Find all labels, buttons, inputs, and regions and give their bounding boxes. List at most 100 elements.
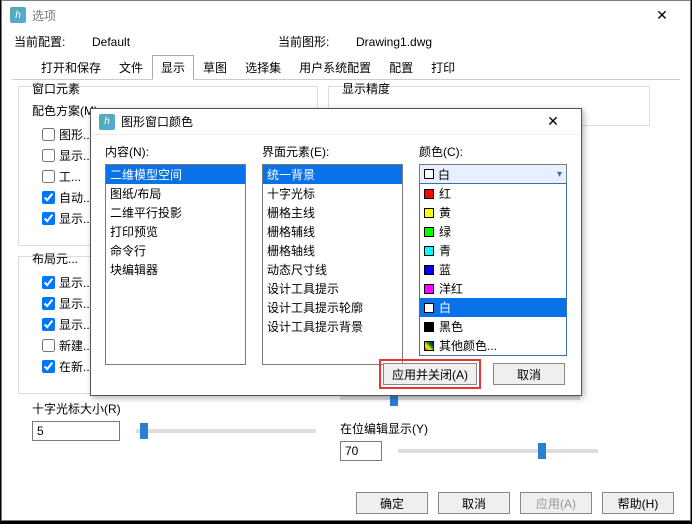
- tab-profiles[interactable]: 配置: [380, 55, 422, 80]
- element-item[interactable]: 动态尺寸线: [263, 260, 402, 279]
- element-item[interactable]: 设计工具提示轮廓: [263, 298, 402, 317]
- chk-5[interactable]: [42, 212, 55, 225]
- color-dialog-logo-icon: h: [99, 114, 115, 130]
- element-item[interactable]: 设计工具提示: [263, 279, 402, 298]
- current-drawing-label: 当前图形:: [278, 33, 350, 50]
- context-item[interactable]: 块编辑器: [106, 260, 245, 279]
- context-listbox[interactable]: 二维模型空间图纸/布局二维平行投影打印预览命令行块编辑器: [105, 164, 246, 365]
- crosshair-label: 十字光标大小(R): [32, 400, 316, 417]
- help-button[interactable]: 帮助(H): [602, 492, 674, 514]
- chk-7[interactable]: [42, 297, 55, 310]
- color-option[interactable]: 绿: [420, 222, 566, 241]
- upper-slider[interactable]: [340, 396, 580, 400]
- color-option[interactable]: 蓝: [420, 260, 566, 279]
- current-drawing-value: Drawing1.dwg: [356, 35, 432, 49]
- color-option-label: 白: [439, 299, 451, 316]
- color-cancel-button[interactable]: 取消: [493, 363, 565, 385]
- element-listbox[interactable]: 统一背景十字光标栅格主线栅格辅线栅格轴线动态尺寸线设计工具提示设计工具提示轮廓设…: [262, 164, 403, 365]
- color-dialog-title: 图形窗口颜色: [121, 113, 533, 130]
- color-swatch-icon: [424, 227, 434, 237]
- crosshair-input[interactable]: [32, 421, 120, 441]
- color-option-label: 洋红: [439, 280, 463, 297]
- color-option-label: 黑色: [439, 318, 463, 335]
- layout-elements-label: 布局元...: [32, 250, 78, 267]
- crosshair-slider[interactable]: [136, 429, 316, 433]
- color-swatch-icon: [424, 265, 434, 275]
- chk-9[interactable]: [42, 339, 55, 352]
- color-swatch-icon: [424, 208, 434, 218]
- color-current: 白: [438, 166, 450, 183]
- element-item[interactable]: 十字光标: [263, 184, 402, 203]
- color-dialog-titlebar: h 图形窗口颜色 ✕: [91, 109, 581, 135]
- color-dialog-close-icon[interactable]: ✕: [533, 113, 573, 130]
- context-item[interactable]: 图纸/布局: [106, 184, 245, 203]
- color-option-label: 绿: [439, 223, 451, 240]
- tab-open-save[interactable]: 打开和保存: [32, 55, 110, 80]
- chk-1[interactable]: [42, 128, 55, 141]
- color-option[interactable]: 黑色: [420, 317, 566, 336]
- element-item[interactable]: 设计工具提示背景: [263, 317, 402, 336]
- inplace-edit-input[interactable]: [340, 441, 382, 461]
- inplace-edit-label: 在位编辑显示(Y): [340, 420, 598, 437]
- current-profile-value: Default: [92, 35, 272, 49]
- color-option[interactable]: 青: [420, 241, 566, 260]
- tab-user-config[interactable]: 用户系统配置: [290, 55, 380, 80]
- current-profile-label: 当前配置:: [14, 33, 86, 50]
- apply-close-button[interactable]: 应用并关闭(A): [383, 363, 477, 385]
- tab-file[interactable]: 文件: [110, 55, 152, 80]
- chk-8[interactable]: [42, 318, 55, 331]
- color-option[interactable]: 黄: [420, 203, 566, 222]
- element-item[interactable]: 栅格辅线: [263, 222, 402, 241]
- color-swatch-icon: [424, 169, 434, 179]
- context-label: 内容(N):: [105, 143, 246, 160]
- color-dropdown[interactable]: 红黄绿青蓝洋红白黑色其他颜色...: [419, 183, 567, 356]
- options-footer: 确定 取消 应用(A) 帮助(H): [356, 492, 674, 514]
- color-option[interactable]: 白: [420, 298, 566, 317]
- app-logo-icon: h: [10, 7, 26, 23]
- chk-6[interactable]: [42, 276, 55, 289]
- options-title: 选项: [32, 7, 642, 24]
- color-option-label: 其他颜色...: [439, 337, 497, 354]
- context-item[interactable]: 命令行: [106, 241, 245, 260]
- color-option-label: 红: [439, 185, 451, 202]
- color-option-label: 蓝: [439, 261, 451, 278]
- color-option[interactable]: 红: [420, 184, 566, 203]
- options-tabs: 打开和保存 文件 显示 草图 选择集 用户系统配置 配置 打印: [12, 54, 680, 80]
- cancel-button[interactable]: 取消: [438, 492, 510, 514]
- element-item[interactable]: 栅格主线: [263, 203, 402, 222]
- options-close-icon[interactable]: ✕: [642, 7, 682, 24]
- context-item[interactable]: 二维平行投影: [106, 203, 245, 222]
- chevron-down-icon: ▾: [557, 169, 562, 180]
- window-elements-label: 窗口元素: [32, 80, 80, 97]
- options-titlebar: h 选项 ✕: [2, 1, 690, 29]
- color-dialog: h 图形窗口颜色 ✕ 内容(N): 二维模型空间图纸/布局二维平行投影打印预览命…: [90, 108, 582, 396]
- chk-2[interactable]: [42, 149, 55, 162]
- ok-button[interactable]: 确定: [356, 492, 428, 514]
- apply-button[interactable]: 应用(A): [520, 492, 592, 514]
- inplace-edit-slider[interactable]: [398, 449, 598, 453]
- tab-display[interactable]: 显示: [152, 55, 194, 80]
- color-swatch-icon: [424, 246, 434, 256]
- tab-print[interactable]: 打印: [422, 55, 464, 80]
- chk-10[interactable]: [42, 360, 55, 373]
- profile-row: 当前配置: Default 当前图形: Drawing1.dwg: [2, 29, 690, 54]
- color-swatch-icon: [424, 341, 434, 351]
- color-swatch-icon: [424, 189, 434, 199]
- element-label: 界面元素(E):: [262, 143, 403, 160]
- chk-4[interactable]: [42, 191, 55, 204]
- tab-selection[interactable]: 选择集: [236, 55, 290, 80]
- tab-sketch[interactable]: 草图: [194, 55, 236, 80]
- chk-3[interactable]: [42, 170, 55, 183]
- color-combo[interactable]: 白 ▾: [419, 164, 567, 184]
- display-precision-label: 显示精度: [342, 80, 390, 97]
- element-item[interactable]: 统一背景: [263, 165, 402, 184]
- color-label: 颜色(C):: [419, 143, 567, 160]
- context-item[interactable]: 二维模型空间: [106, 165, 245, 184]
- color-option[interactable]: 洋红: [420, 279, 566, 298]
- color-swatch-icon: [424, 303, 434, 313]
- element-item[interactable]: 栅格轴线: [263, 241, 402, 260]
- color-swatch-icon: [424, 284, 434, 294]
- context-item[interactable]: 打印预览: [106, 222, 245, 241]
- color-option[interactable]: 其他颜色...: [420, 336, 566, 355]
- color-option-label: 青: [439, 242, 451, 259]
